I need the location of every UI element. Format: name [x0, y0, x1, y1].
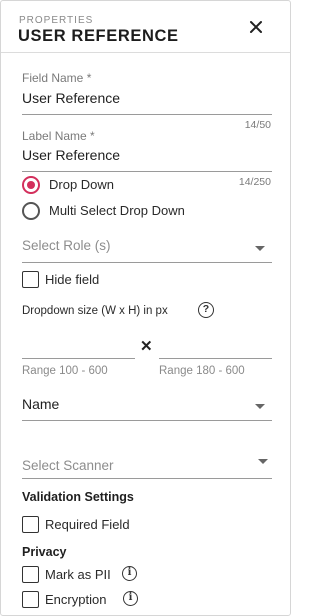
height-range-hint: Range 180 - 600 [159, 365, 245, 377]
name-dropdown[interactable]: Name [22, 396, 59, 412]
info-icon[interactable]: i [123, 591, 138, 606]
select-scanner-dropdown[interactable]: Select Scanner [22, 458, 114, 473]
field-name-counter: 14/50 [244, 119, 271, 131]
dropdown-size-label: Dropdown size (W x H) in px [22, 305, 168, 317]
panel-title: USER REFERENCE [18, 27, 179, 45]
validation-settings-heading: Validation Settings [22, 490, 134, 504]
privacy-heading: Privacy [22, 545, 67, 559]
close-icon[interactable] [247, 18, 265, 36]
info-icon[interactable]: i [122, 566, 137, 581]
radio-multi-select-label: Multi Select Drop Down [49, 203, 185, 218]
field-name-underline [22, 114, 272, 115]
label-name-input[interactable]: User Reference [22, 147, 120, 163]
mark-as-pii-checkbox[interactable] [22, 566, 39, 583]
height-input[interactable] [159, 358, 272, 359]
encryption-checkbox[interactable] [22, 591, 39, 608]
hide-field-label: Hide field [45, 272, 100, 287]
hide-field-checkbox[interactable] [22, 271, 39, 288]
help-circle-icon[interactable]: ? [198, 302, 214, 318]
header-divider [1, 52, 290, 53]
chevron-down-icon[interactable] [255, 246, 265, 251]
chevron-down-icon[interactable] [258, 459, 268, 464]
mark-as-pii-label: Mark as PII [45, 567, 111, 582]
radio-drop-down-label: Drop Down [49, 177, 115, 192]
label-name-underline [22, 171, 272, 172]
name-dropdown-underline [22, 420, 272, 421]
select-role-underline [22, 262, 272, 263]
properties-panel: PROPERTIES USER REFERENCE Field Name * U… [0, 0, 291, 616]
label-name-counter: 14/250 [238, 176, 271, 188]
width-range-hint: Range 100 - 600 [22, 365, 108, 377]
encryption-label: Encryption [45, 592, 107, 607]
select-scanner-underline [22, 478, 272, 479]
required-field-checkbox[interactable] [22, 516, 39, 533]
field-name-input[interactable]: User Reference [22, 90, 120, 106]
width-input[interactable] [22, 358, 135, 359]
size-separator: ✕ [140, 338, 153, 355]
panel-kicker: PROPERTIES [19, 15, 94, 26]
select-role-dropdown[interactable]: Select Role (s) [22, 238, 111, 253]
radio-multi-select[interactable] [22, 202, 40, 220]
field-name-label: Field Name * [22, 71, 92, 85]
required-field-label: Required Field [45, 517, 130, 532]
radio-drop-down[interactable] [22, 176, 40, 194]
chevron-down-icon[interactable] [255, 404, 265, 409]
label-name-label: Label Name * [22, 129, 95, 143]
